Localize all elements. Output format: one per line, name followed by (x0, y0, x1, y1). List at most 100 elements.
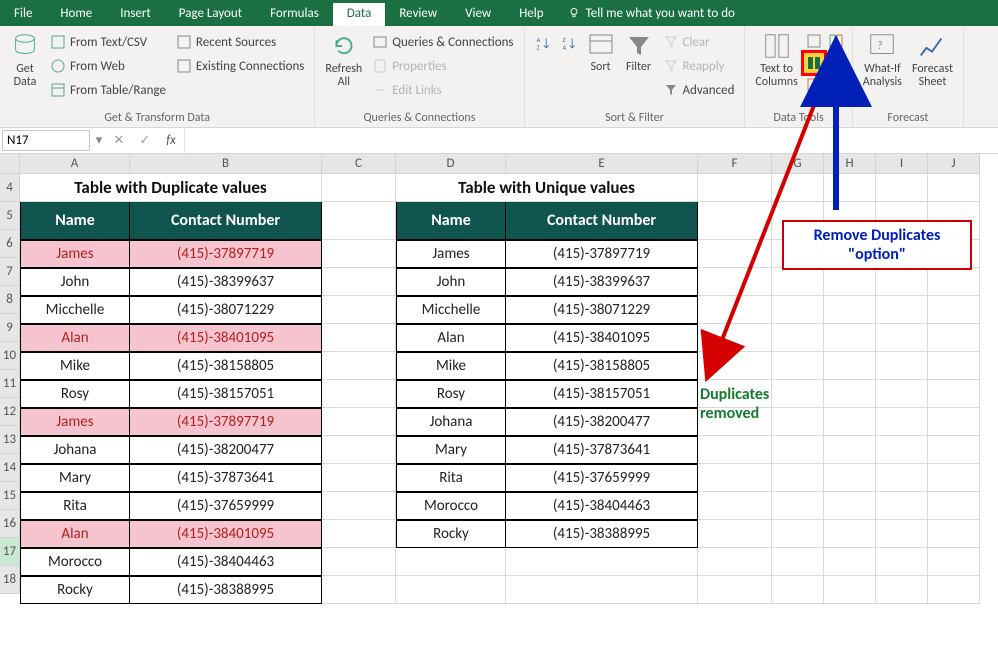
cell[interactable]: (415)-38200477 (506, 408, 698, 436)
cell[interactable]: (415)-38404463 (130, 548, 322, 576)
row-header-14[interactable]: 14 (0, 454, 20, 482)
cell[interactable] (772, 436, 824, 464)
col-header-H[interactable]: H (824, 154, 876, 174)
cell[interactable] (772, 380, 824, 408)
filter-button[interactable]: Filter (621, 29, 657, 76)
col-header-B[interactable]: B (130, 154, 322, 174)
cell[interactable] (698, 520, 772, 548)
tab-review[interactable]: Review (385, 0, 451, 26)
col-header-D[interactable]: D (396, 154, 506, 174)
sort-za-button[interactable]: ZA (557, 29, 581, 53)
cell[interactable] (322, 174, 396, 202)
cell[interactable] (876, 492, 928, 520)
get-data-button[interactable]: GetData (6, 29, 44, 91)
cell[interactable] (928, 464, 980, 492)
cell[interactable]: Name (396, 202, 506, 240)
cell[interactable]: Name (20, 202, 130, 240)
consolidate-button[interactable] (826, 31, 846, 51)
row-header-11[interactable]: 11 (0, 370, 20, 398)
cell[interactable] (928, 324, 980, 352)
row-header-4[interactable]: 4 (0, 174, 20, 202)
cell[interactable]: (415)-38388995 (506, 520, 698, 548)
cell[interactable] (322, 436, 396, 464)
cell[interactable]: Mary (20, 464, 130, 492)
tab-formulas[interactable]: Formulas (256, 0, 333, 26)
tab-insert[interactable]: Insert (106, 0, 165, 26)
cell[interactable]: (415)-38071229 (506, 296, 698, 324)
col-header-A[interactable]: A (20, 154, 130, 174)
sort-button[interactable]: Sort (583, 29, 619, 76)
cell[interactable] (928, 492, 980, 520)
from-web-button[interactable]: From Web (46, 56, 170, 76)
cell[interactable]: (415)-37659999 (506, 464, 698, 492)
formula-input[interactable] (184, 128, 998, 153)
cell[interactable] (876, 576, 928, 604)
cell[interactable]: Mary (396, 436, 506, 464)
cell[interactable]: Table with Unique values (396, 174, 698, 202)
cell[interactable] (772, 408, 824, 436)
col-header-G[interactable]: G (772, 154, 824, 174)
cell[interactable] (322, 576, 396, 604)
cell[interactable] (876, 520, 928, 548)
cell[interactable] (824, 436, 876, 464)
cell[interactable] (824, 548, 876, 576)
cell[interactable]: Johana (20, 436, 130, 464)
name-box[interactable]: N17 (2, 130, 90, 151)
tab-data[interactable]: Data (333, 0, 386, 26)
cell[interactable] (824, 520, 876, 548)
manage-data-model-button[interactable] (826, 75, 846, 95)
cell[interactable] (824, 408, 876, 436)
refresh-all-button[interactable]: RefreshAll (321, 29, 366, 91)
cell[interactable] (322, 268, 396, 296)
row-header-9[interactable]: 9 (0, 314, 20, 342)
cell[interactable] (322, 202, 396, 240)
relationships-button[interactable] (826, 53, 846, 73)
cell[interactable]: Mike (396, 352, 506, 380)
cell[interactable]: (415)-37659999 (130, 492, 322, 520)
tell-me-search[interactable]: Tell me what you want to do (558, 0, 745, 26)
cell[interactable]: (415)-38158805 (506, 352, 698, 380)
tab-help[interactable]: Help (505, 0, 557, 26)
row-header-13[interactable]: 13 (0, 426, 20, 454)
cell[interactable]: (415)-38401095 (130, 520, 322, 548)
cell[interactable] (322, 296, 396, 324)
cell[interactable] (928, 352, 980, 380)
col-header-E[interactable]: E (506, 154, 698, 174)
flash-fill-button[interactable] (804, 31, 824, 51)
cell[interactable] (928, 436, 980, 464)
cell[interactable]: (415)-38157051 (130, 380, 322, 408)
cell[interactable] (322, 324, 396, 352)
cell[interactable] (876, 408, 928, 436)
cell[interactable]: Rocky (396, 520, 506, 548)
cell[interactable]: (415)-38401095 (506, 324, 698, 352)
cell[interactable] (876, 324, 928, 352)
cell[interactable]: Rocky (20, 576, 130, 604)
cell[interactable] (928, 576, 980, 604)
existing-connections-button[interactable]: Existing Connections (172, 56, 308, 76)
cell[interactable] (698, 174, 772, 202)
row-header-5[interactable]: 5 (0, 202, 20, 230)
cell[interactable] (876, 548, 928, 576)
cell[interactable] (876, 464, 928, 492)
cell[interactable]: Alan (20, 324, 130, 352)
cell[interactable]: (415)-37873641 (130, 464, 322, 492)
select-all-corner[interactable] (0, 154, 20, 174)
from-text-csv-button[interactable]: From Text/CSV (46, 32, 170, 52)
cancel-formula-button[interactable]: ✕ (106, 128, 132, 153)
row-header-6[interactable]: 6 (0, 230, 20, 258)
cell[interactable] (928, 268, 980, 296)
cell[interactable] (698, 268, 772, 296)
cell[interactable] (322, 520, 396, 548)
cell[interactable]: Morocco (20, 548, 130, 576)
cell[interactable] (396, 576, 506, 604)
cell[interactable] (772, 464, 824, 492)
cell[interactable] (824, 576, 876, 604)
row-header-15[interactable]: 15 (0, 482, 20, 510)
cell[interactable] (698, 324, 772, 352)
insert-function-button[interactable]: fx (158, 128, 184, 153)
cell[interactable] (698, 492, 772, 520)
cell[interactable] (698, 296, 772, 324)
enter-formula-button[interactable]: ✓ (132, 128, 158, 153)
cell[interactable]: James (396, 240, 506, 268)
cell[interactable] (772, 268, 824, 296)
